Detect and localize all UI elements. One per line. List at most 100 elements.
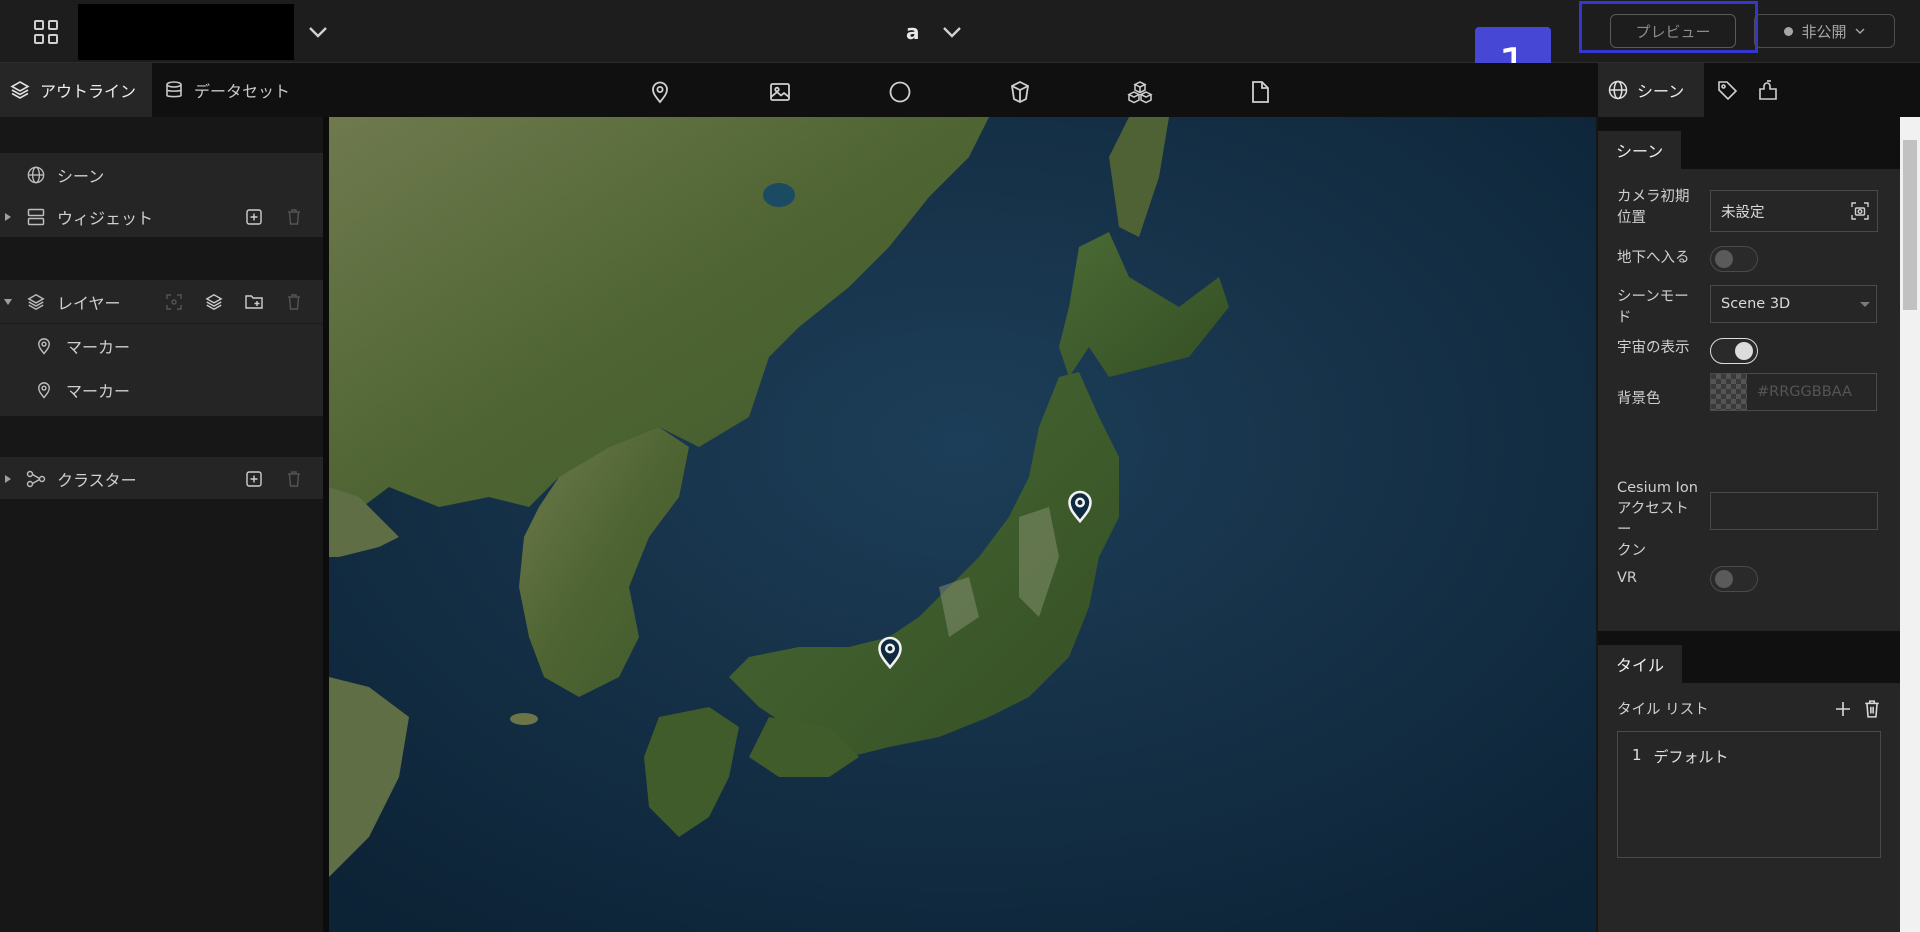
color-swatch[interactable] (1711, 374, 1747, 410)
add-widget-icon[interactable] (242, 205, 266, 229)
outline-layer-label: レイヤー (57, 293, 121, 313)
map-marker[interactable] (1066, 488, 1094, 524)
outline-layer-row[interactable]: レイヤー (0, 280, 323, 324)
tab-scene-label: シーン (1637, 82, 1685, 101)
outline-scene-label: シーン (57, 166, 105, 186)
outline-scene-row[interactable]: シーン (0, 153, 323, 196)
tab-outline-label: アウトライン (40, 82, 137, 101)
marker-icon (33, 379, 55, 401)
caret-right-icon (5, 474, 11, 483)
database-icon (164, 80, 184, 100)
publish-status-label: 非公開 (1801, 22, 1847, 41)
delete-widget-icon[interactable] (282, 205, 306, 229)
scene-section-body: カメラ初期 位置 未設定 地下へ入る シーンモード Scene 3D 宇宙の表示 … (1598, 169, 1900, 631)
background-color-label: 背景色 (1617, 391, 1661, 407)
widget-icon (25, 206, 47, 228)
zoom-to-layer-icon[interactable] (162, 290, 186, 314)
toolbar: アウトライン データセット シーン (0, 63, 1920, 117)
underground-toggle[interactable] (1710, 246, 1758, 272)
tile-name: デフォルト (1653, 748, 1729, 766)
space-label: 宇宙の表示 (1617, 340, 1690, 356)
layer-item-label: マーカー (66, 381, 131, 401)
file-tool-icon[interactable] (1242, 74, 1278, 110)
tile-section-title: タイル (1598, 645, 1683, 683)
space-toggle[interactable] (1710, 338, 1758, 364)
caret-down-icon (4, 298, 12, 305)
scene-section-header: シーン (1598, 117, 1900, 169)
marker-tool-icon[interactable] (642, 74, 678, 110)
ion-token-input[interactable] (1710, 492, 1878, 530)
add-tile-icon[interactable] (1834, 700, 1852, 718)
ion-token-label: Cesium Ion アクセストー クン (1617, 480, 1698, 559)
publish-status-button[interactable]: 非公開 (1754, 14, 1895, 48)
outline-widget-label: ウィジェット (57, 208, 154, 228)
layers-icon (10, 80, 30, 100)
scene-mode-value: Scene 3D (1721, 296, 1791, 312)
scene-title: a (906, 20, 920, 44)
globe-icon (1608, 80, 1628, 100)
background-color-field[interactable]: #RRGGBBAA (1710, 373, 1877, 411)
box-tool-icon[interactable] (1002, 74, 1038, 110)
cluster-group: クラスター (0, 457, 323, 499)
marker-icon (33, 335, 55, 357)
apps-grid-icon[interactable] (26, 12, 66, 52)
layer-item-label: マーカー (66, 337, 131, 357)
outline-cluster-row[interactable]: クラスター (0, 457, 323, 500)
camera-label: カメラ初期 位置 (1617, 189, 1690, 226)
background-color-value: #RRGGBBAA (1757, 384, 1852, 400)
globe-icon (25, 164, 47, 186)
scene-group: シーン ウィジェット (0, 153, 323, 237)
image-tool-icon[interactable] (762, 74, 798, 110)
outline-cluster-label: クラスター (57, 470, 137, 490)
outline-widget-row[interactable]: ウィジェット (0, 195, 323, 238)
scene-selector[interactable]: a (906, 16, 962, 48)
plugin-icon[interactable] (1750, 72, 1786, 108)
add-folder-icon[interactable] (242, 290, 266, 314)
tile-list-label: タイル リスト (1617, 702, 1709, 718)
chevron-down-icon[interactable] (300, 14, 336, 50)
tile-section-header: タイル (1598, 631, 1900, 683)
underground-label: 地下へ入る (1617, 250, 1690, 266)
caret-right-icon (5, 212, 11, 221)
scene-mode-label: シーンモード (1617, 289, 1689, 326)
delete-tile-icon[interactable] (1864, 700, 1880, 718)
layer-item[interactable]: マーカー (0, 368, 323, 411)
scene-mode-select[interactable]: Scene 3D (1710, 285, 1877, 323)
tile-section-body: タイル リスト 1 デフォルト (1598, 683, 1900, 932)
circle-tool-icon[interactable] (882, 74, 918, 110)
chevron-down-icon (942, 26, 962, 38)
layers-icon (25, 291, 47, 313)
add-cluster-icon[interactable] (242, 467, 266, 491)
satellite-map (329, 117, 1596, 932)
delete-layer-icon[interactable] (282, 290, 306, 314)
vr-label: VR (1617, 570, 1637, 586)
scene-section-title: シーン (1598, 131, 1682, 169)
camera-position-field[interactable]: 未設定 (1710, 190, 1878, 232)
cluster-icon (25, 468, 47, 490)
delete-cluster-icon[interactable] (282, 467, 306, 491)
layer-group: レイヤー マーカー マーカー (0, 280, 323, 416)
chevron-down-icon (1855, 28, 1865, 34)
tile-index: 1 (1632, 746, 1642, 764)
scrollbar-thumb[interactable] (1903, 140, 1917, 310)
outline-panel: シーン ウィジェット レイヤー マーカー マーカー クラスター (0, 117, 323, 932)
tab-dataset-label: データセット (194, 82, 291, 101)
tab-outline[interactable]: アウトライン (0, 63, 152, 117)
layer-item[interactable]: マーカー (0, 324, 323, 367)
model-tool-icon[interactable] (1122, 74, 1158, 110)
tag-icon[interactable] (1709, 72, 1745, 108)
project-name-box[interactable] (78, 4, 294, 60)
status-dot-icon (1784, 26, 1794, 36)
map-marker[interactable] (876, 634, 904, 670)
highlight-box (1579, 1, 1758, 53)
scene-settings-panel: シーン カメラ初期 位置 未設定 地下へ入る シーンモード Scene 3D 宇宙… (1598, 117, 1900, 932)
capture-icon[interactable] (1851, 202, 1869, 220)
map-viewport[interactable] (329, 117, 1596, 932)
vr-toggle[interactable] (1710, 566, 1758, 592)
camera-value: 未設定 (1721, 204, 1765, 221)
tile-list-item[interactable]: 1 デフォルト (1632, 746, 1729, 767)
tile-list: 1 デフォルト (1617, 731, 1881, 858)
tab-scene-settings[interactable]: シーン (1598, 63, 1704, 117)
add-layer-stack-icon[interactable] (202, 290, 226, 314)
tab-dataset[interactable]: データセット (160, 63, 330, 117)
